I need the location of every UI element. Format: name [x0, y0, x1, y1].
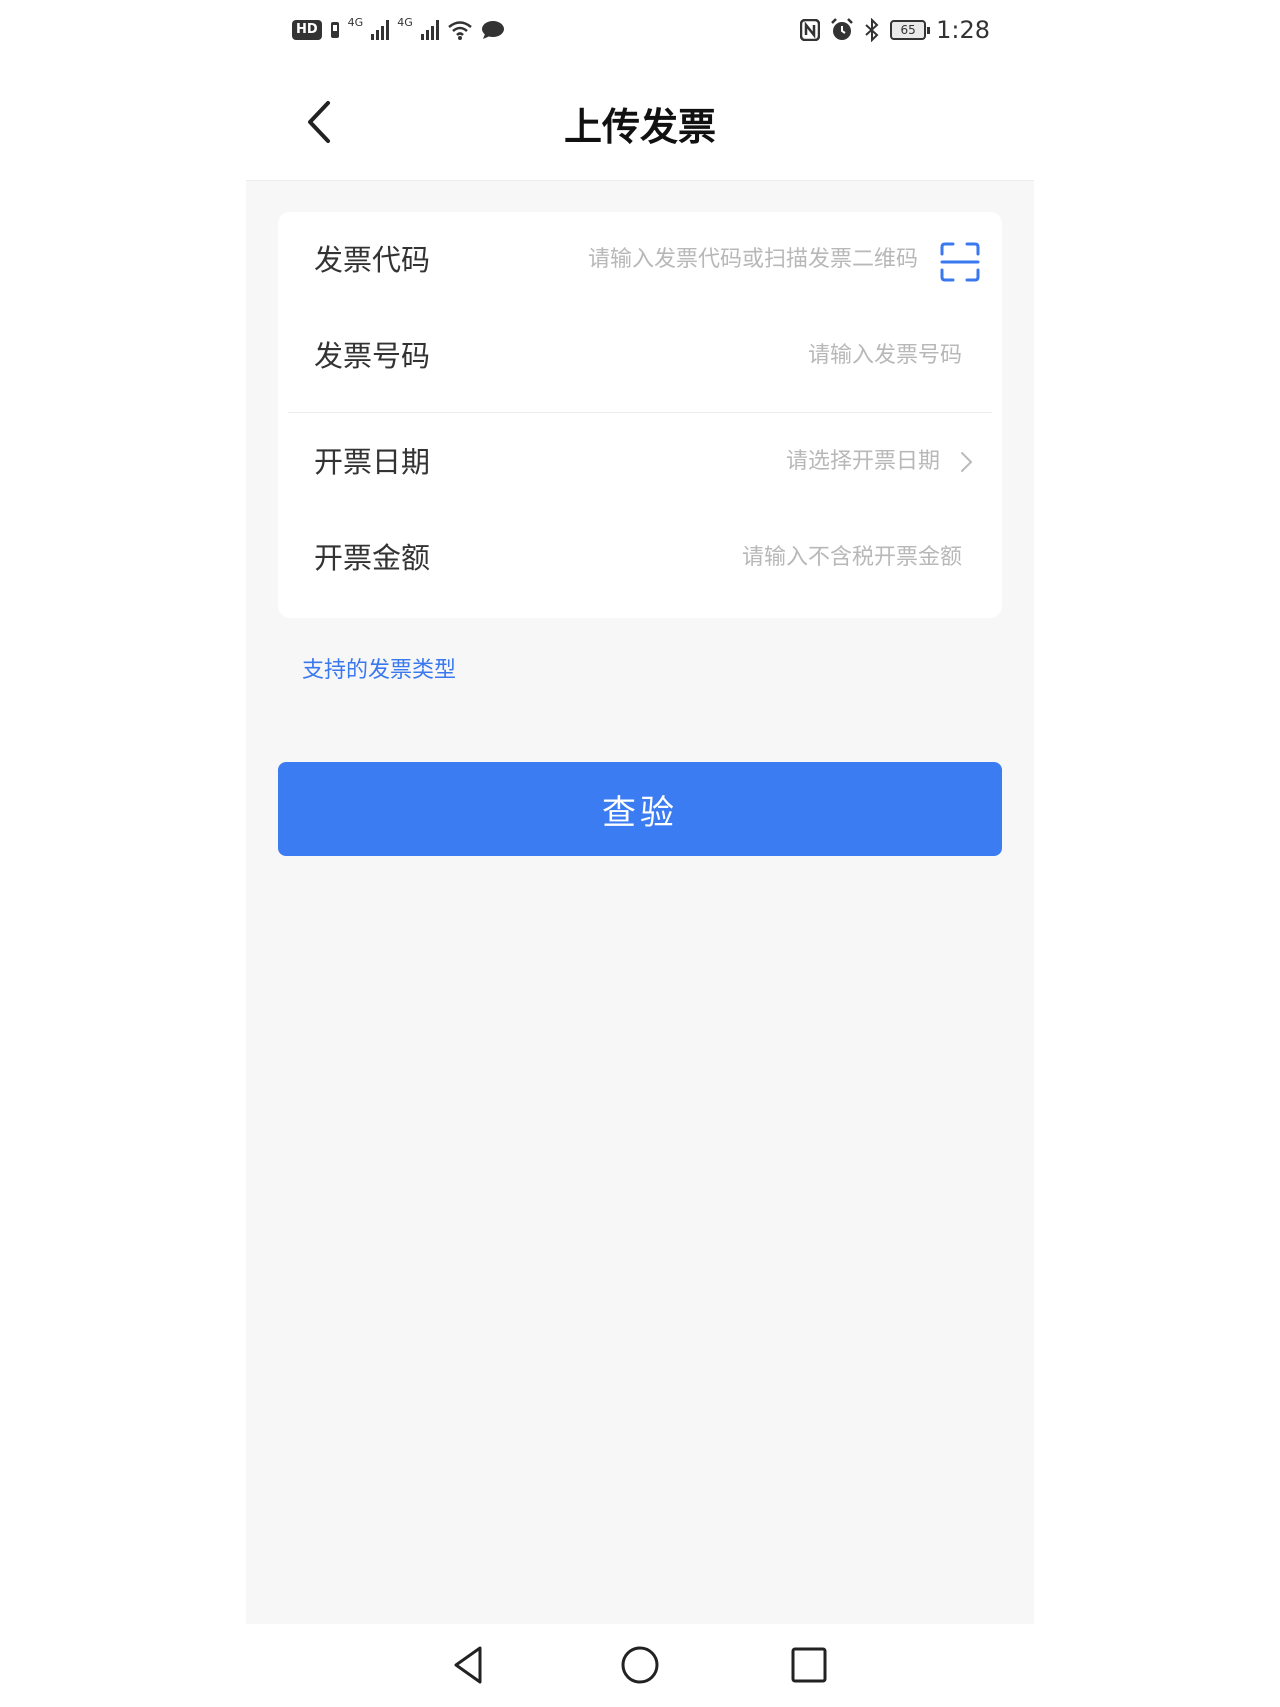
wifi-icon: [447, 21, 472, 40]
chevron-right-icon: [961, 452, 973, 472]
status-left: HD 4G 4G: [292, 14, 505, 46]
invoice-date-select[interactable]: 请选择开票日期: [786, 414, 940, 510]
triangle-back-icon[interactable]: [448, 1642, 494, 1688]
message-icon: [481, 21, 504, 39]
hd-badge: HD: [292, 20, 322, 40]
nfc-icon: [800, 19, 821, 41]
battery-icon: 65: [890, 20, 931, 40]
status-bar: HD 4G 4G 65 1:28: [246, 0, 1034, 62]
page-title: 上传发票: [563, 105, 716, 149]
invoice-code-input[interactable]: 请输入发票代码或扫描发票二维码: [588, 212, 918, 308]
verify-button[interactable]: 查验: [278, 762, 1002, 856]
app-header: 上传发票: [246, 62, 1034, 181]
system-nav-bar: [246, 1624, 1034, 1707]
invoice-amount-row: 开票金额 请输入不含税开票金额: [278, 510, 1002, 606]
network-type-1: 4G: [347, 15, 364, 29]
square-recent-icon[interactable]: [786, 1642, 832, 1688]
network-type-2: 4G: [397, 15, 413, 29]
clock: 1:28: [936, 16, 990, 44]
invoice-amount-input[interactable]: 请输入不含税开票金额: [742, 510, 962, 606]
sim-icon: [330, 22, 339, 38]
signal-icon: [371, 20, 390, 40]
battery-level: 65: [900, 23, 916, 37]
invoice-date-row[interactable]: 开票日期 请选择开票日期: [278, 414, 1002, 510]
invoice-code-label: 发票代码: [314, 243, 431, 277]
invoice-date-label: 开票日期: [314, 445, 431, 479]
phone-screen: HD 4G 4G 65 1:28 上传发票 发票代码 请输入发票代码或扫描发票二…: [246, 0, 1034, 1707]
scan-qr-icon[interactable]: [940, 242, 980, 282]
invoice-code-row: 发票代码 请输入发票代码或扫描发票二维码: [278, 212, 1002, 308]
circle-home-icon[interactable]: [617, 1642, 663, 1688]
status-right: 65 1:28: [800, 14, 990, 46]
invoice-number-row: 发票号码 请输入发票号码: [278, 308, 1002, 404]
invoice-number-input[interactable]: 请输入发票号码: [808, 308, 962, 404]
bluetooth-icon: [865, 18, 879, 42]
invoice-form: 发票代码 请输入发票代码或扫描发票二维码 发票号码 请输入发票号码 开票日期 请…: [278, 212, 1002, 618]
signal-icon-2: [420, 20, 439, 40]
alarm-icon: [831, 18, 853, 40]
invoice-amount-label: 开票金额: [314, 541, 431, 575]
supported-types-link[interactable]: 支持的发票类型: [302, 652, 456, 684]
divider: [288, 412, 992, 413]
invoice-number-label: 发票号码: [314, 339, 431, 373]
